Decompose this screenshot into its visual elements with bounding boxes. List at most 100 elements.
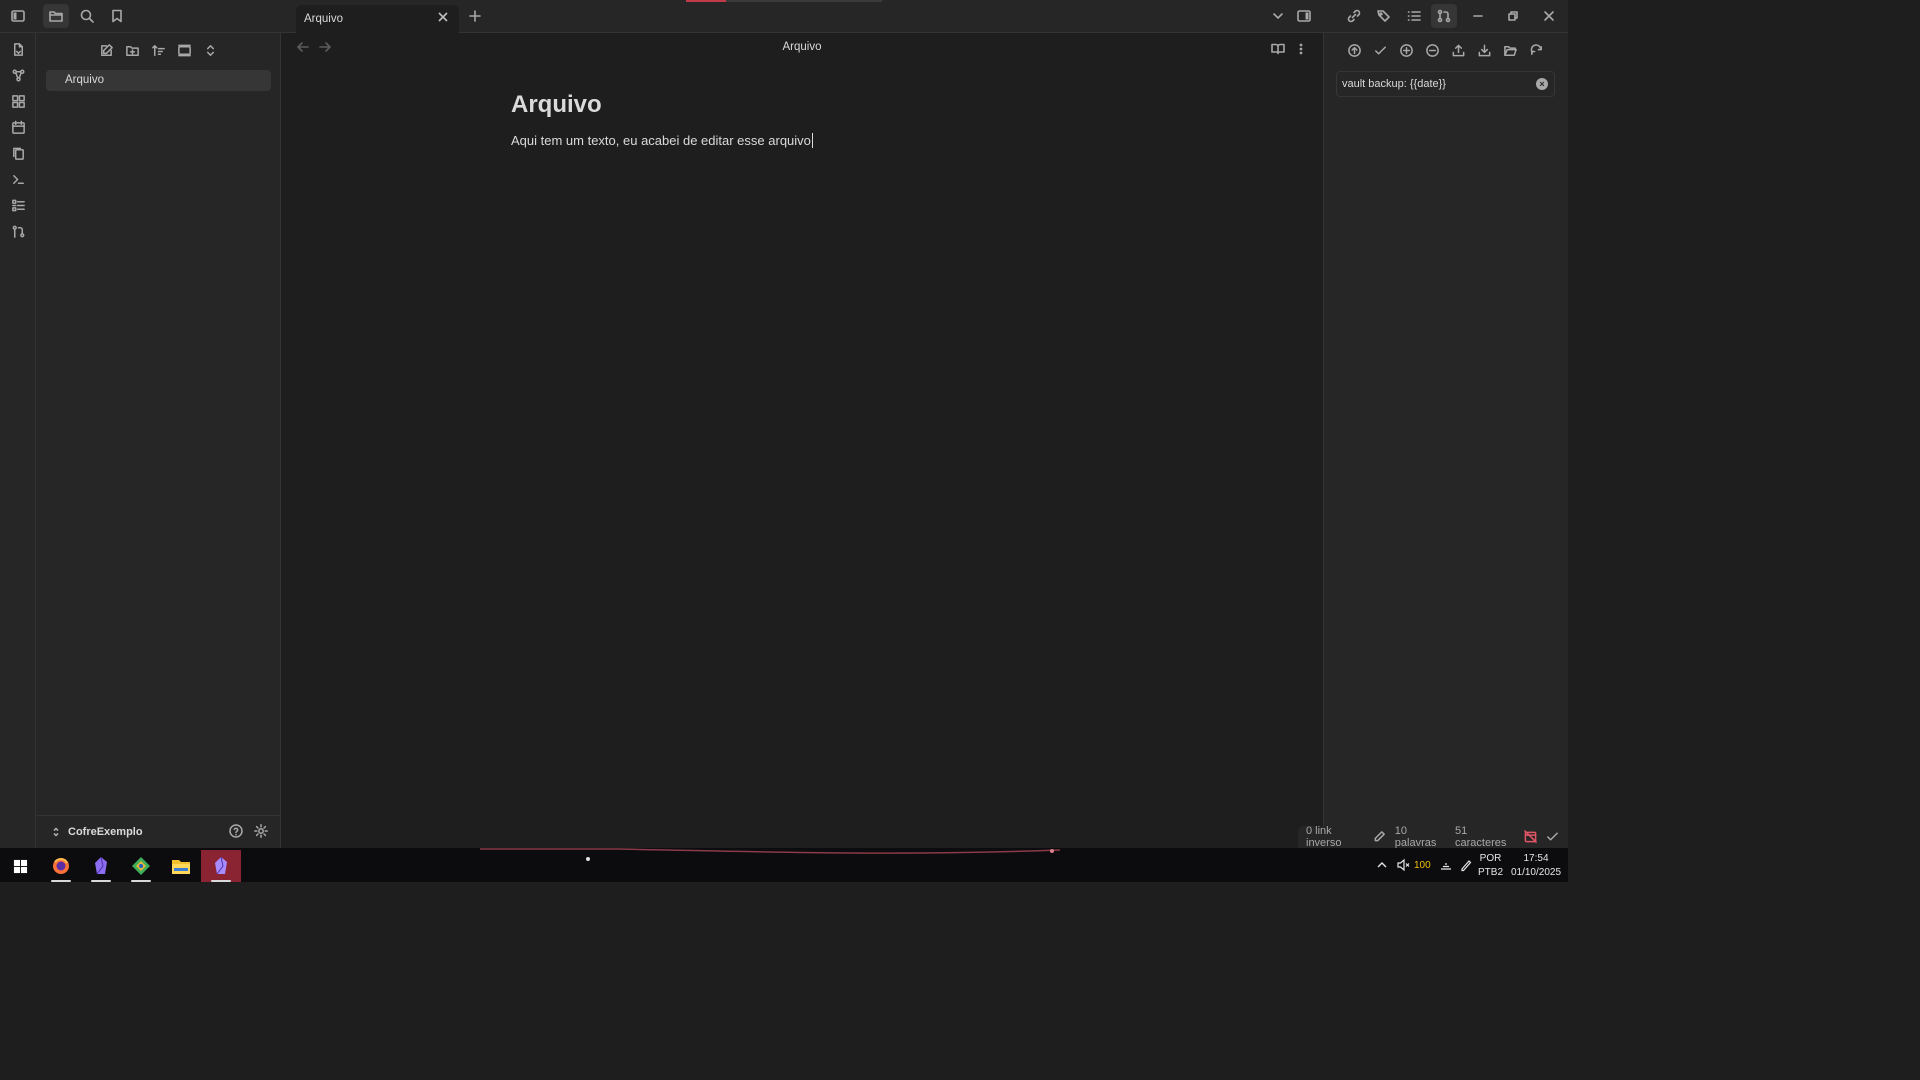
- edit-icon: [100, 43, 113, 56]
- backlinks-count[interactable]: 0 link inverso: [1306, 825, 1364, 849]
- sort-button[interactable]: [146, 38, 170, 62]
- network-icon[interactable]: [1439, 858, 1453, 872]
- reading-view-button[interactable]: [1268, 39, 1288, 59]
- running-indicator: [51, 880, 71, 882]
- panel-icon: [177, 44, 191, 56]
- vault-name[interactable]: CofreExemplo: [68, 826, 143, 838]
- chevrons-up-down-icon: [53, 827, 59, 837]
- running-indicator: [131, 880, 151, 882]
- open-daily-note-button[interactable]: [5, 115, 31, 139]
- pen-icon[interactable]: [1459, 858, 1473, 872]
- note-title[interactable]: Arquivo: [511, 91, 602, 119]
- open-command-palette-button[interactable]: [5, 167, 31, 191]
- settings-button[interactable]: [253, 823, 271, 841]
- open-bases-button[interactable]: [5, 193, 31, 217]
- open-source-control-button[interactable]: [5, 219, 31, 243]
- file-explorer: Arquivo CofreExemplo: [36, 33, 281, 848]
- git-status-icon[interactable]: [1546, 830, 1559, 844]
- bookmark-icon: [112, 9, 122, 23]
- input-language[interactable]: POR PTB2: [1478, 852, 1503, 880]
- close-window-button[interactable]: [1536, 4, 1562, 28]
- progress-track: [726, 0, 882, 2]
- restore-icon: [1508, 11, 1518, 21]
- files-view-button[interactable]: [43, 4, 69, 28]
- file-switch-icon: [13, 42, 23, 56]
- windows-icon: [13, 859, 27, 873]
- sort-icon: [151, 44, 165, 56]
- more-options-button[interactable]: [1291, 39, 1311, 59]
- new-note-button[interactable]: [94, 38, 118, 62]
- taskbar-obsidian-active[interactable]: [201, 850, 241, 882]
- clock-date: 01/10/2025: [1510, 867, 1562, 878]
- insert-template-button[interactable]: [5, 141, 31, 165]
- auto-reveal-button[interactable]: [172, 38, 196, 62]
- refresh-button[interactable]: [1525, 39, 1547, 61]
- file-item-arquivo[interactable]: Arquivo: [46, 70, 271, 91]
- taskbar-firefox[interactable]: [41, 850, 81, 882]
- vault-profile: CofreExemplo: [36, 815, 281, 848]
- tab-arquivo[interactable]: Arquivo: [296, 5, 459, 33]
- system-tray: 100: [1376, 848, 1473, 882]
- speaker-muted-icon[interactable]: [1396, 858, 1410, 872]
- close-icon: [438, 12, 448, 22]
- bookmarks-view-button[interactable]: [104, 4, 130, 28]
- folder-icon: [49, 11, 63, 22]
- commit-message-input[interactable]: vault backup: {{date}} ×: [1336, 71, 1555, 97]
- backup-button[interactable]: [1343, 39, 1365, 61]
- search-view-button[interactable]: [74, 4, 100, 28]
- edit-mode-icon[interactable]: [1373, 830, 1386, 844]
- pull-button[interactable]: [1473, 39, 1495, 61]
- clock[interactable]: 17:54 01/10/2025: [1510, 852, 1562, 880]
- toggle-left-sidebar-button[interactable]: [5, 4, 31, 28]
- open-canvas-button[interactable]: [5, 89, 31, 113]
- folder-plus-icon: [125, 45, 139, 56]
- tags-icon: [1377, 10, 1390, 22]
- sidebar-left-icon: [11, 10, 25, 22]
- commit-button[interactable]: [1369, 39, 1391, 61]
- plus-circle-icon: [1399, 43, 1413, 57]
- title-bar: Arquivo: [0, 0, 1568, 33]
- new-tab-button[interactable]: [462, 4, 488, 28]
- obsidian-icon: [215, 856, 227, 875]
- expand-collapse-button[interactable]: [198, 38, 222, 62]
- tab-list-dropdown[interactable]: [1265, 4, 1291, 28]
- restore-button[interactable]: [1500, 4, 1526, 28]
- search-icon: [80, 9, 94, 23]
- push-button[interactable]: [1447, 39, 1469, 61]
- help-button[interactable]: [228, 823, 246, 841]
- windows-taskbar: 100 POR PTB2 17:54 01/10/2025: [0, 848, 1568, 882]
- source-control-view-button[interactable]: [1431, 4, 1457, 28]
- open-quick-switcher-button[interactable]: [5, 37, 31, 61]
- taskbar-obsidian[interactable]: [81, 850, 121, 882]
- note-body[interactable]: Aqui tem um texto, eu acabei de editar e…: [511, 133, 813, 148]
- tab-close-button[interactable]: [437, 11, 453, 27]
- outline-view-button[interactable]: [1401, 4, 1427, 28]
- view-header-title[interactable]: Arquivo: [281, 41, 1323, 53]
- sync-off-icon[interactable]: [1524, 830, 1537, 844]
- firefox-icon: [53, 858, 69, 874]
- tab-title: Arquivo: [304, 13, 343, 25]
- tags-view-button[interactable]: [1371, 4, 1397, 28]
- taskbar-git[interactable]: [121, 850, 161, 882]
- start-button[interactable]: [0, 850, 40, 882]
- clear-input-icon[interactable]: ×: [1536, 78, 1548, 90]
- unstage-all-button[interactable]: [1421, 39, 1443, 61]
- stage-all-button[interactable]: [1395, 39, 1417, 61]
- change-layout-button[interactable]: [1499, 39, 1521, 61]
- list-checks-icon: [11, 199, 25, 211]
- taskbar-file-explorer[interactable]: [161, 850, 201, 882]
- folder-open-icon: [1503, 45, 1517, 56]
- toggle-right-sidebar-button[interactable]: [1291, 4, 1317, 28]
- commit-message-text: vault backup: {{date}}: [1342, 78, 1446, 90]
- chevron-up-icon[interactable]: [1376, 859, 1388, 871]
- more-vertical-icon: [1299, 43, 1303, 55]
- check-icon: [1547, 832, 1558, 841]
- new-folder-button[interactable]: [120, 38, 144, 62]
- git-pull-request-icon: [1437, 9, 1451, 23]
- calendar-icon: [11, 120, 25, 134]
- open-graph-view-button[interactable]: [5, 63, 31, 87]
- minimize-button[interactable]: [1465, 4, 1491, 28]
- vault-switcher-icon[interactable]: [50, 826, 62, 838]
- book-open-icon: [1271, 43, 1285, 55]
- backlinks-view-button[interactable]: [1341, 4, 1367, 28]
